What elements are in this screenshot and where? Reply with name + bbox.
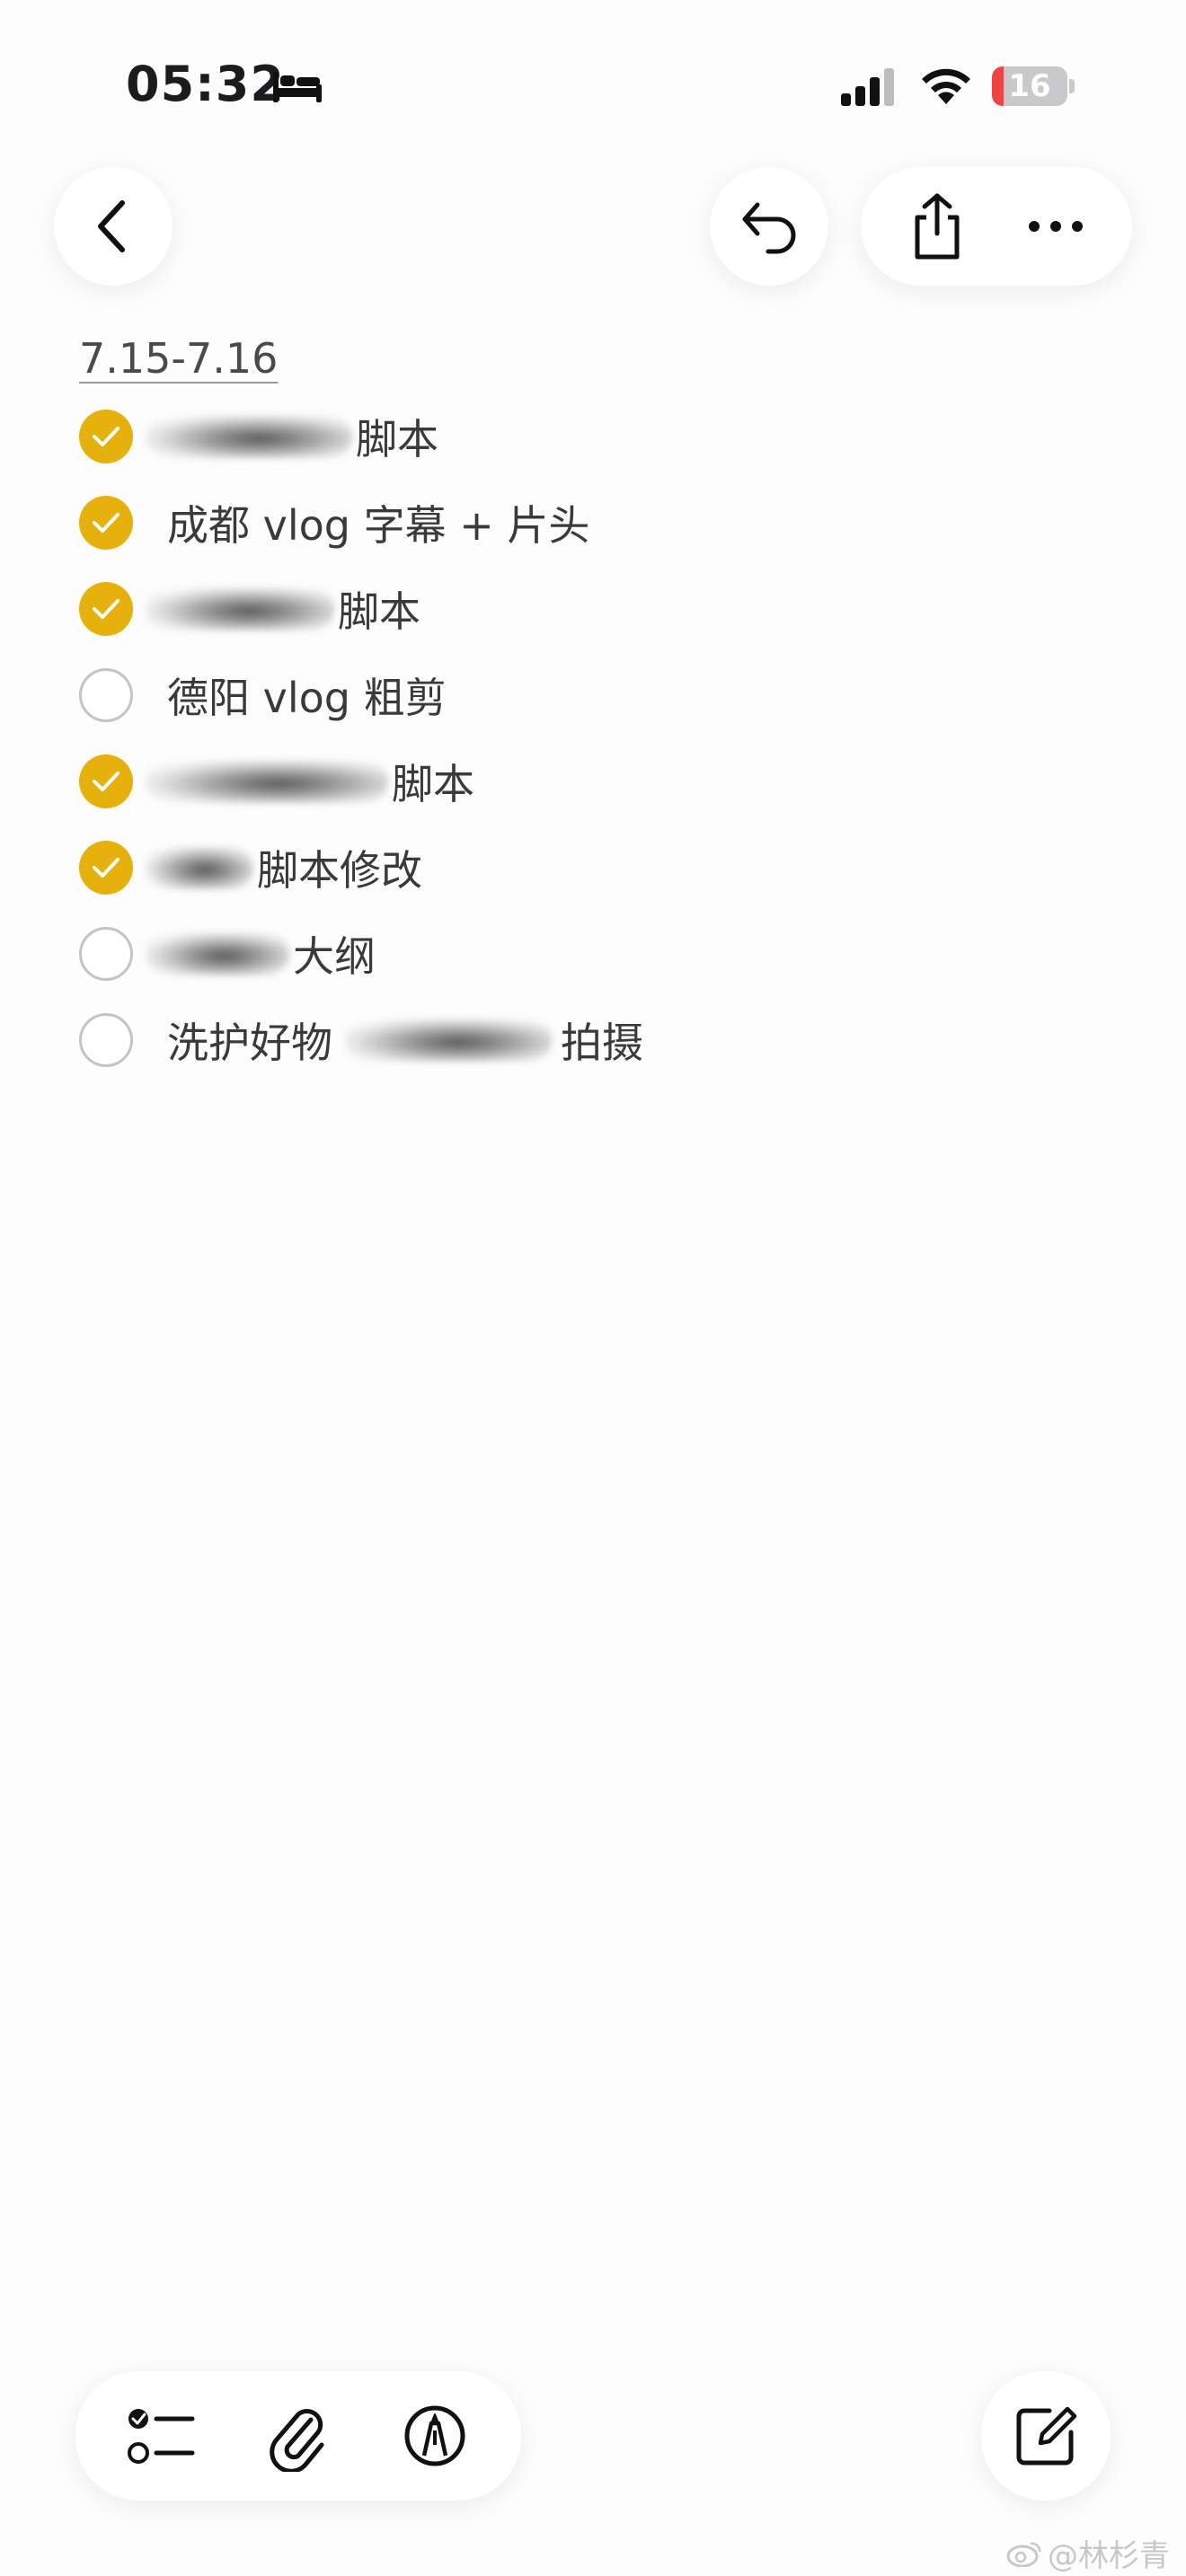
checkmark-icon bbox=[93, 599, 119, 619]
sleep-focus-icon bbox=[273, 72, 322, 102]
checked-checkbox[interactable] bbox=[79, 754, 133, 808]
note-actions-group bbox=[861, 167, 1132, 286]
new-note-button[interactable] bbox=[981, 2371, 1111, 2501]
item-label: 脚本修改 bbox=[257, 846, 422, 895]
checklist-item: 脚本修改 bbox=[79, 825, 1112, 911]
checkmark-icon bbox=[93, 772, 119, 791]
checklist-item: 洗护好物 拍摄 bbox=[79, 997, 1112, 1083]
attachment-button[interactable] bbox=[244, 2382, 352, 2490]
checklist-icon bbox=[128, 2409, 195, 2464]
share-button[interactable] bbox=[888, 177, 987, 276]
item-label-suffix: 拍摄 bbox=[561, 1019, 643, 1067]
redacted-text bbox=[146, 932, 289, 975]
more-button[interactable] bbox=[1006, 177, 1105, 276]
checklist-item-text[interactable]: 脚本 bbox=[146, 579, 420, 639]
checklist-item-text[interactable]: 脚本 bbox=[146, 407, 438, 466]
weibo-watermark: @林杉青 bbox=[1006, 2531, 1170, 2575]
item-label: 成都 vlog 字幕 + 片头 bbox=[167, 501, 590, 550]
checklist-item: 脚本 bbox=[79, 738, 1112, 825]
compose-icon bbox=[1016, 2406, 1077, 2466]
redacted-text bbox=[146, 846, 253, 889]
checklist-item-text[interactable]: 德阳 vlog 粗剪 bbox=[167, 666, 447, 725]
redacted-text bbox=[146, 760, 388, 803]
more-icon bbox=[1029, 221, 1083, 232]
checkmark-icon bbox=[93, 513, 119, 533]
checklist: 脚本 成都 vlog 字幕 + 片头 脚本 德阳 vlog 粗剪 脚本 脚本修改 大纲 洗护好… bbox=[79, 393, 1112, 1083]
item-label: 脚本 bbox=[392, 760, 474, 808]
checklist-item-text[interactable]: 脚本修改 bbox=[146, 838, 422, 897]
redacted-text bbox=[345, 1019, 552, 1062]
redacted-text bbox=[146, 415, 352, 458]
checklist-item-text[interactable]: 洗护好物 拍摄 bbox=[167, 1010, 643, 1070]
status-bar: 05:32 16 bbox=[0, 0, 1186, 171]
checkmark-icon bbox=[93, 858, 119, 878]
cellular-signal-icon bbox=[841, 68, 894, 106]
item-label: 脚本 bbox=[356, 415, 438, 463]
chevron-left-icon bbox=[98, 200, 125, 252]
wifi-icon bbox=[922, 68, 970, 104]
checked-checkbox[interactable] bbox=[79, 841, 133, 895]
unchecked-checkbox[interactable] bbox=[79, 1013, 133, 1067]
status-time: 05:32 bbox=[126, 56, 285, 112]
checkmark-icon bbox=[93, 427, 119, 446]
item-label: 洗护好物 bbox=[167, 1019, 332, 1067]
redacted-text bbox=[146, 587, 334, 631]
checklist-item: 脚本 bbox=[79, 566, 1112, 652]
weibo-logo-icon bbox=[1006, 2542, 1041, 2567]
unchecked-checkbox[interactable] bbox=[79, 927, 133, 981]
item-label: 德阳 vlog 粗剪 bbox=[167, 674, 447, 722]
markup-button[interactable] bbox=[381, 2382, 489, 2490]
battery-indicator: 16 bbox=[992, 66, 1075, 106]
checked-checkbox[interactable] bbox=[79, 496, 133, 550]
pen-markup-icon bbox=[404, 2405, 465, 2466]
checklist-item: 大纲 bbox=[79, 911, 1112, 997]
bottom-toolbar bbox=[75, 2371, 521, 2501]
checklist-item: 成都 vlog 字幕 + 片头 bbox=[79, 480, 1112, 566]
checklist-item-text[interactable]: 脚本 bbox=[146, 752, 474, 811]
unchecked-checkbox[interactable] bbox=[79, 668, 133, 722]
paperclip-icon bbox=[270, 2409, 324, 2472]
checklist-button[interactable] bbox=[108, 2382, 216, 2490]
share-icon bbox=[915, 193, 960, 260]
checklist-item: 德阳 vlog 粗剪 bbox=[79, 652, 1112, 738]
undo-icon bbox=[742, 202, 796, 254]
checked-checkbox[interactable] bbox=[79, 582, 133, 636]
checklist-item-text[interactable]: 大纲 bbox=[146, 924, 376, 984]
back-button[interactable] bbox=[54, 167, 173, 286]
item-label: 脚本 bbox=[338, 587, 420, 636]
checked-checkbox[interactable] bbox=[79, 410, 133, 463]
undo-button[interactable] bbox=[710, 167, 828, 286]
item-label: 大纲 bbox=[293, 932, 376, 981]
note-date-heading[interactable]: 7.15-7.16 bbox=[79, 334, 278, 383]
checklist-item: 脚本 bbox=[79, 393, 1112, 480]
watermark-text: @林杉青 bbox=[1048, 2538, 1170, 2574]
battery-level: 16 bbox=[1008, 68, 1051, 104]
checklist-item-text[interactable]: 成都 vlog 字幕 + 片头 bbox=[167, 493, 589, 552]
